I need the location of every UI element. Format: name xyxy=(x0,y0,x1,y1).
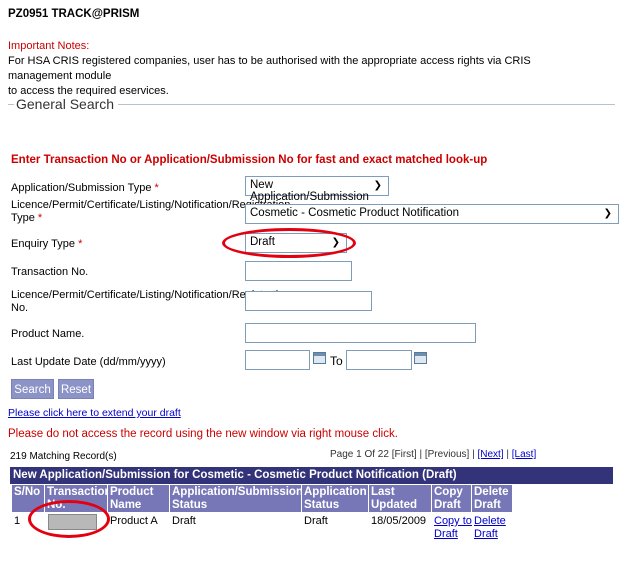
results-table-title: New Application/Submission for Cosmetic … xyxy=(10,467,613,484)
product-name-input[interactable] xyxy=(245,323,476,343)
row-submission-status: Draft xyxy=(172,515,196,527)
calendar-icon[interactable] xyxy=(414,352,427,364)
row-product-name: Product A xyxy=(110,515,158,527)
next-page-link[interactable]: [Next] xyxy=(477,449,503,460)
app-type-select[interactable]: New Application/Submission ❯ xyxy=(245,176,389,203)
reset-button[interactable]: Reset xyxy=(58,379,94,399)
copy-to-draft-link[interactable]: Copy to Draft xyxy=(434,515,472,541)
licence-no-input[interactable] xyxy=(245,291,372,311)
row-application-status: Draft xyxy=(304,515,328,527)
app-type-label: Application/Submission Type * xyxy=(11,182,159,194)
notes-line-1: For HSA CRIS registered companies, user … xyxy=(8,55,531,82)
column-header-delete-draft: Delete Draft xyxy=(472,485,512,512)
column-header-last-updated[interactable]: Last Updated Date xyxy=(369,485,431,524)
highlight-oval-enquiry xyxy=(222,228,356,258)
column-header-application-status[interactable]: Application Status xyxy=(302,485,368,512)
highlight-oval-transaction xyxy=(28,500,110,538)
column-header-copy-draft: Copy Draft xyxy=(432,485,471,512)
transaction-no-label: Transaction No. xyxy=(11,266,89,278)
important-notes-title: Important Notes: xyxy=(8,40,90,52)
required-mark: * xyxy=(78,238,83,250)
row-sno: 1 xyxy=(14,515,21,527)
important-notes-text: For HSA CRIS registered companies, user … xyxy=(8,54,568,99)
licence-type-select[interactable]: Cosmetic - Cosmetic Product Notification… xyxy=(245,204,619,224)
lookup-instruction: Enter Transaction No or Application/Subm… xyxy=(11,154,488,166)
date-to-input[interactable] xyxy=(346,350,412,370)
date-from-input[interactable] xyxy=(245,350,310,370)
last-update-label: Last Update Date (dd/mm/yyyy) xyxy=(11,356,166,368)
column-header-product-name[interactable]: Product Name xyxy=(108,485,169,512)
chevron-down-icon: ❯ xyxy=(603,208,612,219)
row-last-updated: 18/05/2009 xyxy=(371,515,427,527)
search-button[interactable]: Search xyxy=(11,379,54,399)
matching-records-count: 219 Matching Record(s) xyxy=(10,451,117,462)
chevron-down-icon: ❯ xyxy=(373,180,382,191)
required-mark: * xyxy=(37,212,43,224)
product-name-label: Product Name. xyxy=(11,328,85,340)
calendar-icon[interactable] xyxy=(313,352,326,364)
right-click-warning: Please do not access the record using th… xyxy=(8,428,398,440)
date-to-label: To xyxy=(330,354,343,368)
page-code-title: PZ0951 TRACK@PRISM xyxy=(8,8,140,20)
required-mark: * xyxy=(154,182,159,194)
extend-draft-link[interactable]: Please click here to extend your draft xyxy=(8,407,181,419)
general-search-legend: General Search xyxy=(14,96,119,112)
enquiry-type-label: Enquiry Type * xyxy=(11,238,83,250)
pagination: Page 1 Of 22 [First] | [Previous] | [Nex… xyxy=(330,449,537,460)
delete-draft-link[interactable]: Delete Draft xyxy=(474,515,506,541)
transaction-no-input[interactable] xyxy=(245,261,352,281)
last-page-link[interactable]: [Last] xyxy=(512,449,536,460)
column-header-submission-status[interactable]: Application/Submission Status xyxy=(170,485,303,512)
